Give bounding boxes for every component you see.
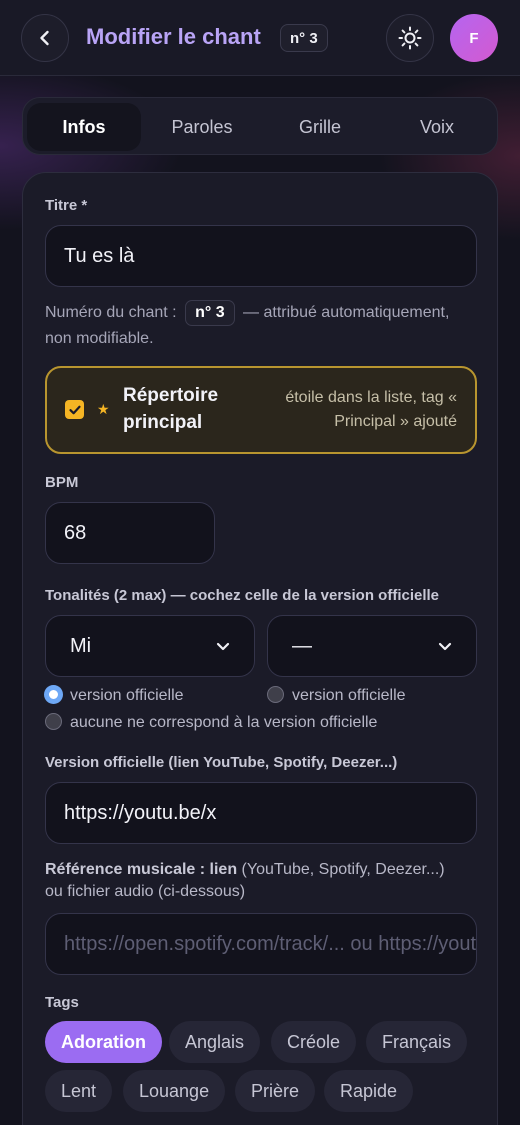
tab-paroles[interactable]: Paroles bbox=[145, 103, 259, 151]
repertoire-checkbox[interactable] bbox=[65, 400, 84, 419]
tags-label: Tags bbox=[45, 994, 79, 1011]
song-number-badge: n° 3 bbox=[280, 24, 328, 52]
radio-none-official[interactable]: aucune ne correspond à la version offici… bbox=[45, 713, 377, 732]
reference-label-rest: (YouTube, Spotify, Deezer...) bbox=[241, 861, 445, 878]
key2-value: — bbox=[292, 634, 312, 657]
keys-label: Tonalités (2 max) — cochez celle de la v… bbox=[45, 587, 440, 604]
page-title: Modifier le chant bbox=[86, 24, 261, 49]
chevron-down-icon bbox=[216, 642, 230, 651]
bpm-input[interactable]: 68 bbox=[45, 502, 215, 564]
title-label: Titre * bbox=[45, 197, 88, 214]
tag-adoration[interactable]: Adoration bbox=[45, 1021, 162, 1063]
tag-anglais[interactable]: Anglais bbox=[169, 1021, 261, 1063]
key1-value: Mi bbox=[70, 634, 92, 657]
tag-louange[interactable]: Louange bbox=[123, 1070, 226, 1112]
chevron-left-icon bbox=[40, 30, 49, 46]
back-button[interactable] bbox=[21, 14, 69, 62]
reference-label-line2: ou fichier audio (ci-dessous) bbox=[45, 883, 246, 900]
sun-icon bbox=[398, 26, 422, 50]
radio-official-key1[interactable]: version officielle bbox=[45, 686, 184, 705]
tab-infos[interactable]: Infos bbox=[27, 103, 141, 151]
musical-reference-label: Référence musicale : lien (YouTube, Spot… bbox=[45, 859, 445, 903]
reference-label-bold: Référence musicale : lien bbox=[45, 861, 238, 878]
tab-voix[interactable]: Voix bbox=[380, 103, 494, 151]
tag-rapide[interactable]: Rapide bbox=[324, 1070, 414, 1112]
official-version-label: Version officielle (lien YouTube, Spotif… bbox=[45, 754, 398, 771]
star-icon: ★ bbox=[97, 401, 110, 417]
tab-grille[interactable]: Grille bbox=[263, 103, 377, 151]
key1-select[interactable]: Mi bbox=[45, 615, 255, 677]
number-hint: Numéro du chant : n° 3 — attribué automa… bbox=[45, 300, 477, 352]
repertoire-note: étoile dans la liste, tag « Principal » … bbox=[285, 389, 457, 430]
radio2-label: version officielle bbox=[292, 687, 406, 704]
chevron-down-icon bbox=[438, 642, 452, 651]
number-hint-prefix: Numéro du chant : bbox=[45, 304, 177, 321]
title-input[interactable]: Tu es là bbox=[45, 225, 477, 287]
check-icon bbox=[68, 405, 81, 414]
tag-priere[interactable]: Prière bbox=[235, 1070, 316, 1112]
user-avatar[interactable]: F bbox=[450, 14, 498, 62]
radio3-label: aucune ne correspond à la version offici… bbox=[70, 714, 378, 731]
official-version-input[interactable]: https://youtu.be/x bbox=[45, 782, 477, 844]
tab-bar: Infos Paroles Grille Voix bbox=[22, 97, 498, 155]
bpm-label: BPM bbox=[45, 474, 79, 491]
number-hint-badge: n° 3 bbox=[185, 300, 235, 326]
top-bar: Modifier le chant n° 3 F bbox=[0, 0, 520, 76]
theme-toggle-button[interactable] bbox=[386, 14, 434, 62]
tag-lent[interactable]: Lent bbox=[45, 1070, 113, 1112]
tag-creole[interactable]: Créole bbox=[271, 1021, 357, 1063]
radio-selected[interactable] bbox=[45, 686, 62, 703]
key2-select[interactable]: — bbox=[267, 615, 477, 677]
radio-unselected[interactable] bbox=[267, 686, 284, 703]
radio1-label: version officielle bbox=[70, 687, 184, 704]
repertoire-toggle[interactable]: ★ Répertoire principal étoile dans la li… bbox=[45, 366, 477, 454]
song-form-card: Titre * Tu es là Numéro du chant : n° 3 … bbox=[22, 172, 498, 1125]
radio-unselected[interactable] bbox=[45, 713, 62, 730]
radio-official-key2[interactable]: version officielle bbox=[267, 686, 406, 705]
musical-reference-input[interactable]: https://open.spotify.com/track/... ou ht… bbox=[45, 913, 477, 975]
tag-francais[interactable]: Français bbox=[366, 1021, 468, 1063]
repertoire-label: Répertoire principal bbox=[123, 385, 219, 433]
